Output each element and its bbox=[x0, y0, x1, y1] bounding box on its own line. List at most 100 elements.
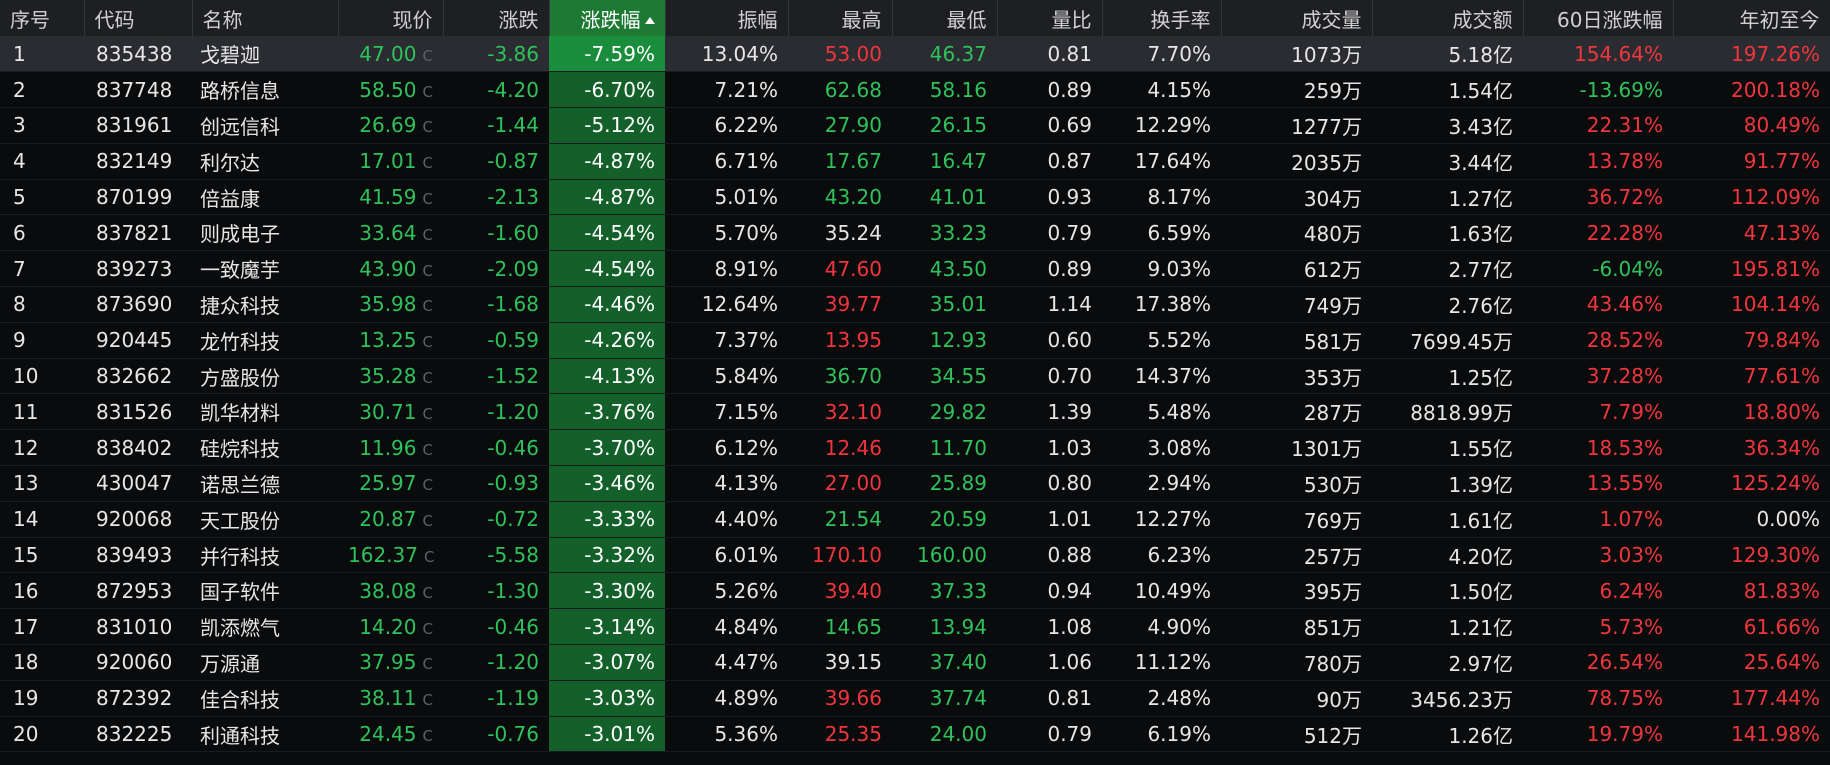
table-row[interactable]: 8 873690 捷众科技 35.98 C -1.68 -4.46% 12.64% 39.77 3… bbox=[0, 286, 1830, 323]
row-index-cell: 11 bbox=[0, 394, 84, 430]
table-row[interactable]: 5 870199 倍益康 41.59 C -2.13 -4.87% 5.01% 43.20 41.… bbox=[0, 179, 1830, 215]
table-row[interactable]: 20 832225 利通科技 24.45 C -0.76 -3.01% 5.36% 25.35 2… bbox=[0, 716, 1830, 752]
column-header-60d-change[interactable]: 60日涨跌幅 bbox=[1523, 0, 1674, 36]
row-index-cell: 5 bbox=[0, 179, 84, 215]
table-row[interactable]: 6 837821 则成电子 33.64 C -1.60 -4.54% 5.70% 35.24 33… bbox=[0, 214, 1830, 251]
column-header-low[interactable]: 最低 bbox=[892, 0, 998, 36]
volume-ratio-cell: 0.79 bbox=[997, 716, 1102, 752]
stock-code-value: 832149 bbox=[96, 149, 173, 174]
table-row[interactable]: 2 837748 路桥信息 58.50 C -4.20 -6.70% 7.21% 62.68 58… bbox=[0, 71, 1830, 108]
high-price-cell: 13.95 bbox=[788, 322, 892, 358]
change-percent-cell: -5.12% bbox=[549, 107, 665, 144]
turnover-amount-value: 8818.99万 bbox=[1410, 401, 1513, 426]
low-price-cell: 46.37 bbox=[892, 36, 997, 72]
table-row[interactable]: 18 920060 万源通 37.95 C -1.20 -3.07% 4.47% 39.15 37… bbox=[0, 644, 1830, 681]
turnover-rate-cell: 2.94% bbox=[1102, 466, 1221, 502]
change-percent-cell: -3.07% bbox=[549, 644, 665, 681]
high-price-cell: 53.00 bbox=[788, 36, 892, 72]
table-row[interactable]: 13 430047 诺思兰德 25.97 C -0.93 -3.46% 4.13% 27.00 2… bbox=[0, 465, 1830, 502]
stock-name-cell: 佳合科技 bbox=[192, 680, 338, 716]
table-row[interactable]: 4 832149 利尔达 17.01 C -0.87 -4.87% 6.71% 17.67 16.… bbox=[0, 143, 1830, 180]
column-header-code[interactable]: 代码 bbox=[84, 0, 193, 36]
change-ytd-cell: 112.09% bbox=[1673, 179, 1830, 215]
column-header-amplitude[interactable]: 振幅 bbox=[665, 0, 789, 36]
amplitude-cell: 7.21% bbox=[665, 72, 788, 108]
change-percent-cell: -4.54% bbox=[549, 214, 665, 251]
price-suffix-mark: C bbox=[422, 154, 433, 173]
column-header-turnover-rate[interactable]: 换手率 bbox=[1102, 0, 1222, 36]
turnover-amount-value: 1.27亿 bbox=[1448, 186, 1513, 211]
price-change-value: -1.30 bbox=[487, 578, 539, 603]
volume-ratio-value: 0.60 bbox=[1047, 328, 1092, 353]
table-row[interactable]: 7 839273 一致魔芋 43.90 C -2.09 -4.54% 8.91% 47.60 43… bbox=[0, 250, 1830, 287]
volume-value: 257万 bbox=[1303, 544, 1362, 569]
volume-ratio-value: 0.70 bbox=[1047, 364, 1092, 389]
change-ytd-cell: 129.30% bbox=[1673, 537, 1830, 573]
change-ytd-value: 61.66% bbox=[1743, 614, 1820, 639]
volume-ratio-cell: 0.89 bbox=[997, 72, 1102, 108]
table-row[interactable]: 15 839493 并行科技 162.37 C -5.58 -3.32% 6.01% 170.1… bbox=[0, 537, 1830, 573]
volume-value: 512万 bbox=[1303, 723, 1362, 748]
table-row[interactable]: 19 872392 佳合科技 38.11 C -1.19 -3.03% 4.89% 39.66 3… bbox=[0, 680, 1830, 717]
change-60d-value: -6.04% bbox=[1592, 256, 1663, 281]
table-row[interactable]: 14 920068 天工股份 20.87 C -0.72 -3.33% 4.40% 21.54 2… bbox=[0, 501, 1830, 538]
change-percent-value: -3.46% bbox=[584, 471, 655, 496]
low-price-cell: 12.93 bbox=[892, 322, 997, 358]
row-index-cell: 20 bbox=[0, 716, 84, 752]
price-change-value: -1.68 bbox=[487, 292, 539, 317]
column-header-price[interactable]: 现价 bbox=[338, 0, 444, 36]
turnover-rate-value: 6.19% bbox=[1147, 722, 1211, 747]
column-header-high[interactable]: 最高 bbox=[788, 0, 893, 36]
change-60d-cell: 37.28% bbox=[1523, 358, 1673, 394]
column-header-volume[interactable]: 成交量 bbox=[1221, 0, 1373, 36]
turnover-amount-value: 1.63亿 bbox=[1448, 222, 1513, 247]
column-header-amount[interactable]: 成交额 bbox=[1372, 0, 1524, 36]
change-60d-cell: 22.31% bbox=[1523, 108, 1673, 144]
table-row[interactable]: 3 831961 创远信科 26.69 C -1.44 -5.12% 6.22% 27.90 26… bbox=[0, 107, 1830, 144]
column-header-volume-ratio[interactable]: 量比 bbox=[997, 0, 1103, 36]
table-row[interactable]: 12 838402 硅烷科技 11.96 C -0.46 -3.70% 6.12% 12.46 1… bbox=[0, 429, 1830, 466]
stock-name-value: 天工股份 bbox=[200, 508, 280, 533]
turnover-amount-value: 5.18亿 bbox=[1448, 43, 1513, 68]
volume-value: 90万 bbox=[1316, 687, 1362, 712]
table-row[interactable]: 16 872953 国子软件 38.08 C -1.30 -3.30% 5.26% 39.40 3… bbox=[0, 572, 1830, 609]
turnover-rate-value: 14.37% bbox=[1134, 364, 1211, 389]
current-price-cell: 14.20 C bbox=[338, 609, 443, 645]
current-price-value: 162.37 bbox=[348, 543, 418, 568]
table-row[interactable]: 9 920445 龙竹科技 13.25 C -0.59 -4.26% 7.37% 13.95 12… bbox=[0, 322, 1830, 359]
stock-name-cell: 一致魔芋 bbox=[192, 251, 338, 287]
table-row[interactable]: 1 835438 戈碧迦 47.00 C -3.86 -7.59% 13.04% 53.00 46… bbox=[0, 36, 1830, 72]
volume-ratio-value: 1.01 bbox=[1047, 507, 1092, 532]
low-price-cell: 37.33 bbox=[892, 573, 997, 609]
column-header-ytd-change[interactable]: 年初至今 bbox=[1673, 0, 1830, 36]
stock-code-value: 839493 bbox=[96, 543, 173, 568]
change-ytd-cell: 79.84% bbox=[1673, 322, 1830, 358]
low-price-cell: 33.23 bbox=[892, 215, 997, 251]
amplitude-cell: 8.91% bbox=[665, 251, 788, 287]
change-percent-cell: -4.13% bbox=[549, 358, 665, 394]
stock-code-cell: 832149 bbox=[84, 143, 192, 179]
column-header-index[interactable]: 序号 bbox=[0, 0, 85, 36]
change-percent-value: -3.01% bbox=[584, 722, 655, 747]
column-header-change-percent[interactable]: 涨跌幅 bbox=[549, 0, 666, 36]
table-row[interactable]: 10 832662 方盛股份 35.28 C -1.52 -4.13% 5.84% 36.70 3… bbox=[0, 358, 1830, 394]
stock-code-value: 835438 bbox=[96, 41, 173, 66]
stock-name-cell: 倍益康 bbox=[192, 179, 338, 215]
volume-ratio-cell: 1.08 bbox=[997, 609, 1102, 645]
amplitude-value: 6.22% bbox=[714, 113, 778, 138]
change-60d-value: 22.31% bbox=[1586, 113, 1663, 138]
table-body: 1 835438 戈碧迦 47.00 C -3.86 -7.59% 13.04% 53.00 46… bbox=[0, 36, 1830, 752]
column-header-change[interactable]: 涨跌 bbox=[443, 0, 550, 36]
volume-value: 749万 bbox=[1303, 293, 1362, 318]
amplitude-value: 5.26% bbox=[714, 578, 778, 603]
table-row[interactable]: 17 831010 凯添燃气 14.20 C -0.46 -3.14% 4.84% 14.65 1… bbox=[0, 608, 1830, 645]
table-row[interactable]: 11 831526 凯华材料 30.71 C -1.20 -3.76% 7.15% 32.10 2… bbox=[0, 393, 1830, 430]
turnover-amount-cell: 1.63亿 bbox=[1372, 215, 1523, 251]
column-header-name[interactable]: 名称 bbox=[192, 0, 339, 36]
stock-name-cell: 戈碧迦 bbox=[192, 36, 338, 72]
current-price-value: 38.08 bbox=[359, 578, 417, 603]
turnover-rate-cell: 3.08% bbox=[1102, 430, 1221, 466]
low-price-value: 35.01 bbox=[929, 292, 987, 317]
current-price-cell: 11.96 C bbox=[338, 430, 443, 466]
turnover-amount-value: 4.20亿 bbox=[1448, 544, 1513, 569]
